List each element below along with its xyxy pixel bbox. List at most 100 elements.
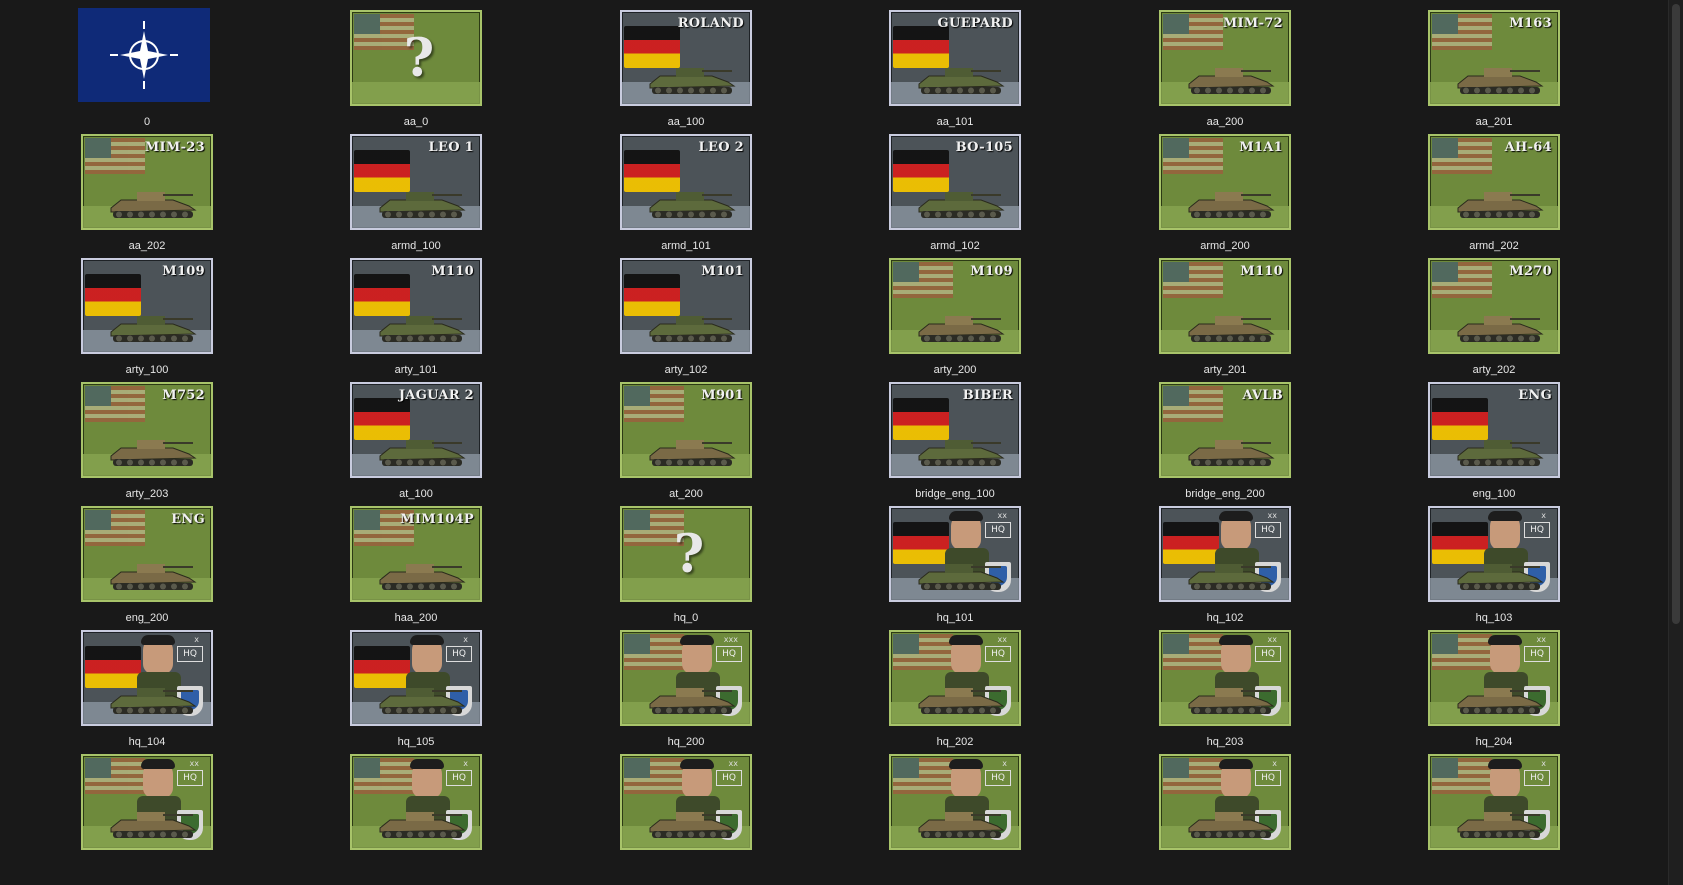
thumbnail-item[interactable]: ? hq_0: [617, 504, 755, 624]
thumbnail-item[interactable]: xx HQ hq_202: [886, 628, 1024, 748]
thumbnail-item[interactable]: BIBER bridge_eng_100: [886, 380, 1024, 500]
unit-size-marker: x: [1541, 511, 1546, 520]
thumbnail-item[interactable]: xx HQ hq_203: [1156, 628, 1294, 748]
thumbnail-item[interactable]: BO-105 armd_102: [886, 132, 1024, 252]
thumbnail-image[interactable]: xx HQ: [1156, 504, 1294, 608]
unit-type-label: M901: [701, 388, 744, 403]
thumbnail-image[interactable]: ENG: [78, 504, 216, 608]
thumbnail-item[interactable]: JAGUAR 2 at_100: [347, 380, 485, 500]
thumbnail-item[interactable]: xx HQ hq_101: [886, 504, 1024, 624]
thumbnail-item[interactable]: ROLAND aa_100: [617, 8, 755, 128]
thumbnail-image[interactable]: xx HQ: [886, 628, 1024, 732]
thumbnail-image[interactable]: MIM104P: [347, 504, 485, 608]
thumbnail-image[interactable]: LEO 1: [347, 132, 485, 236]
thumbnail-image[interactable]: M1A1: [1156, 132, 1294, 236]
thumbnail-image[interactable]: M270: [1425, 256, 1563, 360]
thumbnail-image[interactable]: GUEPARD: [886, 8, 1024, 112]
thumbnail-image[interactable]: x HQ: [347, 752, 485, 856]
thumbnail-image[interactable]: MIM-23: [78, 132, 216, 236]
unit-size-marker: x: [1541, 759, 1546, 768]
vehicle-image: [649, 316, 736, 342]
thumbnail-item[interactable]: ENG eng_200: [78, 504, 216, 624]
thumbnail-item[interactable]: M110 arty_201: [1156, 256, 1294, 376]
thumbnail-item[interactable]: M901 at_200: [617, 380, 755, 500]
thumbnail-image[interactable]: BO-105: [886, 132, 1024, 236]
thumbnail-item[interactable]: xx HQ: [617, 752, 755, 872]
thumbnail-image[interactable]: x HQ: [886, 752, 1024, 856]
thumbnail-image[interactable]: xx HQ: [1156, 628, 1294, 732]
vehicle-image: [1188, 192, 1275, 218]
thumbnail-image[interactable]: M110: [347, 256, 485, 360]
vertical-scrollbar[interactable]: [1668, 0, 1683, 885]
scrollbar-thumb[interactable]: [1672, 4, 1680, 624]
thumbnail-item[interactable]: M1A1 armd_200: [1156, 132, 1294, 252]
thumbnail-image[interactable]: x HQ: [347, 628, 485, 732]
thumbnail-item[interactable]: M752 arty_203: [78, 380, 216, 500]
unit-counter-card: xx HQ: [1159, 630, 1291, 726]
thumbnail-image[interactable]: [78, 8, 216, 112]
thumbnail-item[interactable]: M109 arty_100: [78, 256, 216, 376]
thumbnail-image[interactable]: AVLB: [1156, 380, 1294, 484]
vehicle-image: [110, 440, 197, 466]
thumbnail-item[interactable]: xx HQ: [78, 752, 216, 872]
thumbnail-item[interactable]: M163 aa_201: [1425, 8, 1563, 128]
thumbnail-image[interactable]: LEO 2: [617, 132, 755, 236]
thumbnail-image[interactable]: AH-64: [1425, 132, 1563, 236]
thumbnail-item[interactable]: MIM104P haa_200: [347, 504, 485, 624]
thumbnail-item[interactable]: x HQ hq_104: [78, 628, 216, 748]
thumbnail-image[interactable]: M752: [78, 380, 216, 484]
thumbnail-image[interactable]: x HQ: [1156, 752, 1294, 856]
thumbnail-image[interactable]: M109: [78, 256, 216, 360]
thumbnail-image[interactable]: JAGUAR 2: [347, 380, 485, 484]
thumbnail-item[interactable]: x HQ: [886, 752, 1024, 872]
unit-counter-card: MIM-23: [81, 134, 213, 230]
thumbnail-image[interactable]: x HQ: [1425, 504, 1563, 608]
file-name-label: armd_202: [1469, 240, 1519, 252]
thumbnail-image[interactable]: BIBER: [886, 380, 1024, 484]
thumbnail-item[interactable]: x HQ hq_105: [347, 628, 485, 748]
thumbnail-image[interactable]: x HQ: [78, 628, 216, 732]
unit-counter-card: ?: [620, 506, 752, 602]
thumbnail-item[interactable]: x HQ: [1156, 752, 1294, 872]
thumbnail-item[interactable]: ? aa_0: [347, 8, 485, 128]
thumbnail-item[interactable]: LEO 2 armd_101: [617, 132, 755, 252]
thumbnail-item[interactable]: 0: [78, 8, 216, 128]
thumbnail-image[interactable]: M101: [617, 256, 755, 360]
thumbnail-item[interactable]: x HQ: [1425, 752, 1563, 872]
thumbnail-item[interactable]: LEO 1 armd_100: [347, 132, 485, 252]
thumbnail-image[interactable]: ?: [347, 8, 485, 112]
thumbnail-item[interactable]: xxx HQ hq_200: [617, 628, 755, 748]
thumbnail-item[interactable]: GUEPARD aa_101: [886, 8, 1024, 128]
thumbnail-item[interactable]: MIM-72 aa_200: [1156, 8, 1294, 128]
thumbnail-image[interactable]: ?: [617, 504, 755, 608]
thumbnail-item[interactable]: x HQ hq_103: [1425, 504, 1563, 624]
thumbnail-item[interactable]: AH-64 armd_202: [1425, 132, 1563, 252]
thumbnail-image[interactable]: M110: [1156, 256, 1294, 360]
thumbnail-image[interactable]: xx HQ: [617, 752, 755, 856]
thumbnail-image[interactable]: M109: [886, 256, 1024, 360]
thumbnail-item[interactable]: M101 arty_102: [617, 256, 755, 376]
thumbnail-item[interactable]: xx HQ hq_102: [1156, 504, 1294, 624]
thumbnail-item[interactable]: M110 arty_101: [347, 256, 485, 376]
thumbnail-image[interactable]: ENG: [1425, 380, 1563, 484]
unit-counter-card: BIBER: [889, 382, 1021, 478]
thumbnail-item[interactable]: M109 arty_200: [886, 256, 1024, 376]
unit-type-label: ROLAND: [677, 16, 744, 31]
thumbnail-item[interactable]: MIM-23 aa_202: [78, 132, 216, 252]
thumbnail-image[interactable]: MIM-72: [1156, 8, 1294, 112]
thumbnail-image[interactable]: M901: [617, 380, 755, 484]
thumbnail-item[interactable]: M270 arty_202: [1425, 256, 1563, 376]
thumbnail-image[interactable]: ROLAND: [617, 8, 755, 112]
thumbnail-image[interactable]: xx HQ: [78, 752, 216, 856]
thumbnail-image[interactable]: M163: [1425, 8, 1563, 112]
thumbnail-image[interactable]: xxx HQ: [617, 628, 755, 732]
thumbnail-item[interactable]: ENG eng_100: [1425, 380, 1563, 500]
thumbnail-image[interactable]: xx HQ: [886, 504, 1024, 608]
unit-counter-card: x HQ: [1428, 754, 1560, 850]
thumbnail-item[interactable]: x HQ: [347, 752, 485, 872]
thumbnail-item[interactable]: xx HQ hq_204: [1425, 628, 1563, 748]
commander-portrait: [949, 759, 983, 798]
thumbnail-image[interactable]: xx HQ: [1425, 628, 1563, 732]
thumbnail-image[interactable]: x HQ: [1425, 752, 1563, 856]
thumbnail-item[interactable]: AVLB bridge_eng_200: [1156, 380, 1294, 500]
